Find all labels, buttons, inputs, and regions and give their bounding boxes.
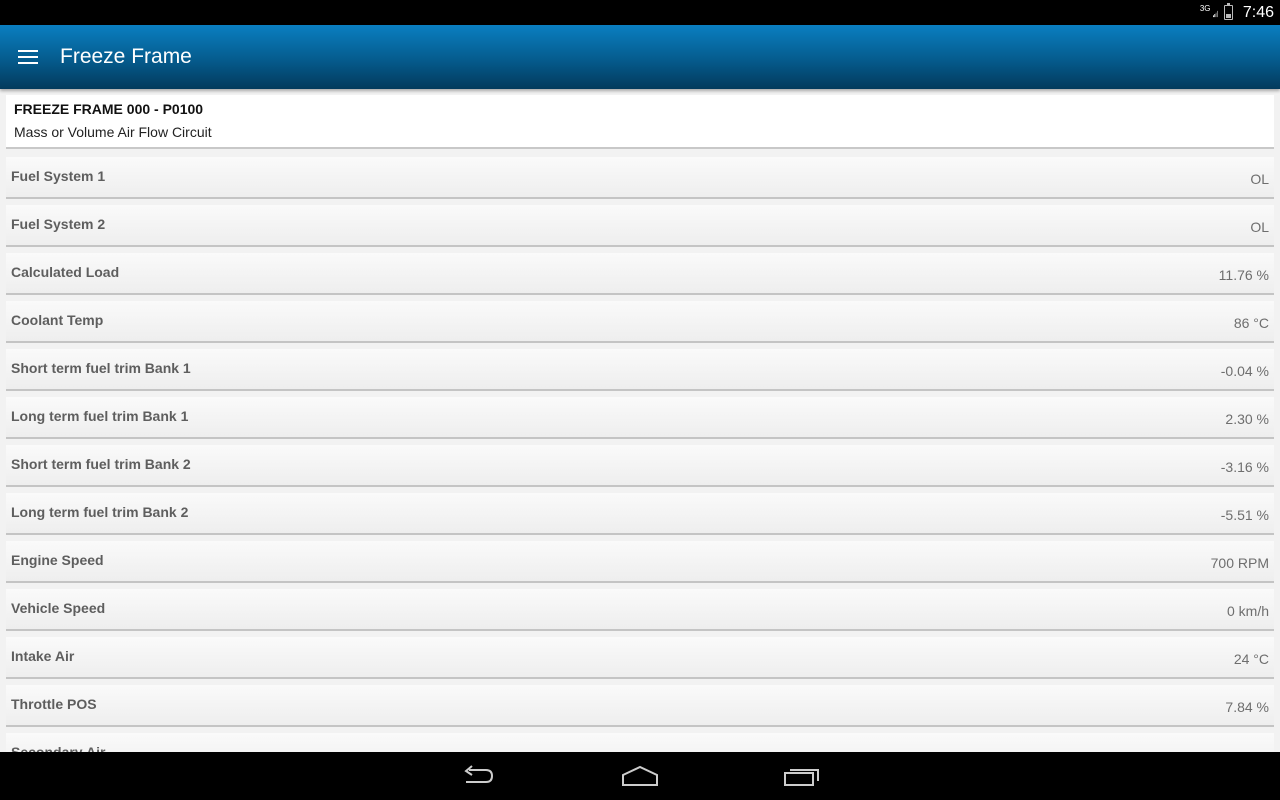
freeze-frame-title: FREEZE FRAME 000 - P0100 xyxy=(14,101,204,117)
item-value: OL xyxy=(1250,171,1269,187)
freeze-frame-description: Mass or Volume Air Flow Circuit xyxy=(14,124,212,140)
item-value: 11.76 % xyxy=(1218,267,1269,283)
item-value: 86 °C xyxy=(1233,315,1269,331)
item-value: -0.04 % xyxy=(1220,363,1269,379)
item-value: -5.51 % xyxy=(1220,507,1269,523)
recent-apps-button[interactable] xyxy=(776,756,828,796)
item-label: Intake Air xyxy=(11,648,75,664)
clock: 7:46 xyxy=(1242,3,1274,21)
list-item[interactable]: Fuel System 2 OL xyxy=(6,205,1274,247)
battery-icon xyxy=(1223,3,1233,20)
item-value: 7.84 % xyxy=(1225,699,1269,715)
item-label: Coolant Temp xyxy=(11,312,104,328)
menu-button[interactable] xyxy=(0,25,56,89)
hamburger-icon xyxy=(18,50,38,64)
item-value: 24 °C xyxy=(1233,651,1269,667)
list-item[interactable]: Long term fuel trim Bank 1 2.30 % xyxy=(6,397,1274,439)
page-title: Freeze Frame xyxy=(60,45,192,68)
back-button[interactable] xyxy=(452,756,504,796)
list-item[interactable]: Secondary Air xyxy=(6,733,1274,752)
status-bar: 3G 7:46 xyxy=(0,0,1280,25)
home-icon xyxy=(622,765,658,786)
list-item[interactable]: Intake Air 24 °C xyxy=(6,637,1274,679)
recent-apps-icon xyxy=(784,769,819,786)
list-item[interactable]: Calculated Load 11.76 % xyxy=(6,253,1274,295)
item-label: Long term fuel trim Bank 1 xyxy=(11,408,189,424)
list-item[interactable]: Long term fuel trim Bank 2 -5.51 % xyxy=(6,493,1274,535)
item-label: Calculated Load xyxy=(11,264,120,280)
item-label: Short term fuel trim Bank 2 xyxy=(11,456,191,472)
list-item[interactable]: Vehicle Speed 0 km/h xyxy=(6,589,1274,631)
network-type: 3G xyxy=(1199,3,1211,13)
item-value: 2.30 % xyxy=(1225,411,1269,427)
item-label: Fuel System 1 xyxy=(11,168,106,184)
list-item[interactable]: Fuel System 1 OL xyxy=(6,157,1274,199)
freeze-frame-list[interactable]: FREEZE FRAME 000 - P0100 Mass or Volume … xyxy=(6,95,1274,752)
list-item[interactable]: Short term fuel trim Bank 2 -3.16 % xyxy=(6,445,1274,487)
signal-icon: 3G xyxy=(1199,3,1218,21)
item-label: Long term fuel trim Bank 2 xyxy=(11,504,189,520)
item-label: Throttle POS xyxy=(11,696,97,712)
list-item[interactable]: Short term fuel trim Bank 1 -0.04 % xyxy=(6,349,1274,391)
item-value: -3.16 % xyxy=(1220,459,1269,475)
item-label: Vehicle Speed xyxy=(11,600,106,616)
item-label: Short term fuel trim Bank 1 xyxy=(11,360,191,376)
navigation-bar xyxy=(0,752,1280,800)
item-label: Engine Speed xyxy=(11,552,104,568)
list-item[interactable]: Throttle POS 7.84 % xyxy=(6,685,1274,727)
action-bar: Freeze Frame xyxy=(0,25,1280,89)
item-label: Fuel System 2 xyxy=(11,216,106,232)
item-value: 700 RPM xyxy=(1210,555,1269,571)
item-label: Secondary Air xyxy=(11,744,106,752)
list-item[interactable]: Engine Speed 700 RPM xyxy=(6,541,1274,583)
home-button[interactable] xyxy=(614,756,666,796)
back-icon xyxy=(464,765,494,783)
item-value: OL xyxy=(1250,219,1269,235)
list-item[interactable]: Coolant Temp 86 °C xyxy=(6,301,1274,343)
freeze-frame-header: FREEZE FRAME 000 - P0100 Mass or Volume … xyxy=(6,95,1274,149)
item-value: 0 km/h xyxy=(1226,603,1269,619)
